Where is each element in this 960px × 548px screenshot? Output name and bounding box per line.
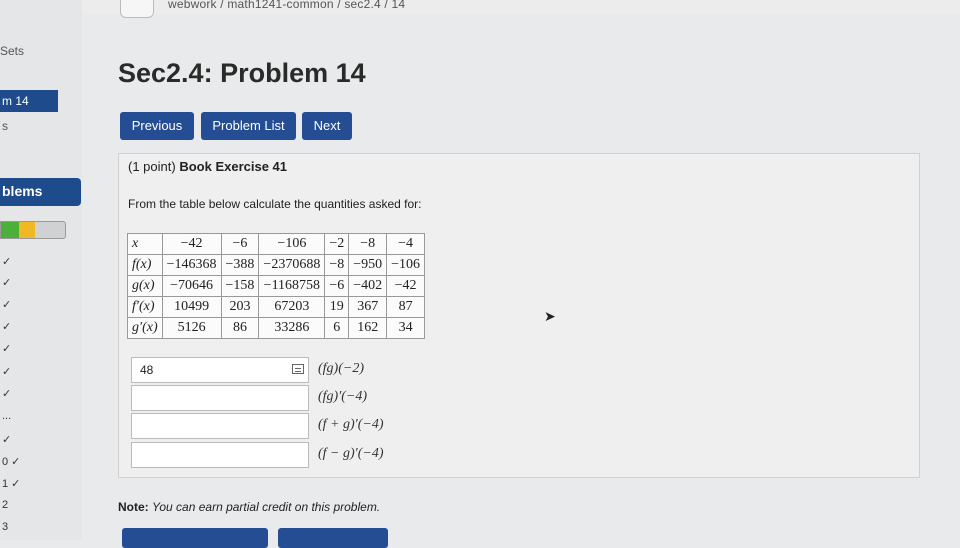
status-mark: 0 ✓ xyxy=(2,456,21,468)
submit-button[interactable] xyxy=(278,528,388,548)
table-cell: −402 xyxy=(348,275,388,297)
table-cell: −42 xyxy=(161,233,222,255)
table-cell: −950 xyxy=(348,254,388,276)
status-mark: ✓ xyxy=(2,277,12,289)
table-row: x −42 −6 −106 −2 −8 −4 xyxy=(127,233,426,255)
status-mark: ✓ xyxy=(2,366,12,378)
answer-input-2[interactable] xyxy=(131,385,309,411)
table-cell: −6 xyxy=(220,233,260,255)
sidebar-sets-label[interactable]: Sets xyxy=(0,44,24,58)
status-mark: 1 ✓ xyxy=(2,478,21,490)
table-cell: 67203 xyxy=(258,296,326,318)
status-mark: ✓ xyxy=(2,299,12,311)
status-mark: ✓ xyxy=(2,434,12,446)
table-cell: f(x) xyxy=(127,254,163,276)
next-button[interactable]: Next xyxy=(302,112,352,140)
table-cell: −106 xyxy=(386,254,426,276)
note-text: You can earn partial credit on this prob… xyxy=(152,500,381,514)
table-cell: 203 xyxy=(220,296,260,318)
table-cell: −106 xyxy=(258,233,326,255)
status-mark: 3 xyxy=(2,521,9,533)
note-label: Note: xyxy=(118,500,149,514)
preview-button[interactable] xyxy=(122,528,268,548)
table-cell: 34 xyxy=(386,317,426,339)
table-cell: g(x) xyxy=(127,275,163,297)
progress-bar xyxy=(0,221,66,239)
table-cell: −8 xyxy=(348,233,388,255)
table-cell: −8 xyxy=(324,254,350,276)
table-cell: −1168758 xyxy=(258,275,326,297)
problem-list-button[interactable]: Problem List xyxy=(201,112,296,140)
status-mark: ✓ xyxy=(2,321,12,333)
table-cell: 10499 xyxy=(161,296,222,318)
status-mark: ✓ xyxy=(2,256,12,268)
table-cell: 367 xyxy=(348,296,388,318)
progress-partial xyxy=(19,222,35,238)
table-cell: −42 xyxy=(386,275,426,297)
table-row: f′(x) 10499 203 67203 19 367 87 xyxy=(127,296,426,318)
table-cell: 86 xyxy=(220,317,260,339)
table-cell: 162 xyxy=(348,317,388,339)
table-cell: −146368 xyxy=(161,254,222,276)
table-cell: 5126 xyxy=(161,317,222,339)
sidebar-problems-header[interactable]: blems xyxy=(0,178,81,206)
problem-points: (1 point) xyxy=(128,159,176,174)
problem-instructions: From the table below calculate the quant… xyxy=(128,197,422,211)
partial-credit-note: Note: You can earn partial credit on thi… xyxy=(118,500,380,514)
table-cell: −158 xyxy=(220,275,260,297)
table-cell: −70646 xyxy=(161,275,222,297)
back-button[interactable] xyxy=(120,0,154,18)
status-mark: ✓ xyxy=(2,343,12,355)
mouse-cursor-icon: ➤ xyxy=(544,308,556,324)
table-cell: −388 xyxy=(220,254,260,276)
table-cell: 6 xyxy=(324,317,350,339)
answer-input-3[interactable] xyxy=(131,413,309,439)
table-cell: 19 xyxy=(324,296,350,318)
table-cell: −4 xyxy=(386,233,426,255)
table-cell: −6 xyxy=(324,275,350,297)
breadcrumb[interactable]: webwork / math1241-common / sec2.4 / 14 xyxy=(168,0,405,11)
answer-label-1: (fg)(−2) xyxy=(318,361,364,376)
equation-editor-icon[interactable] xyxy=(292,364,304,374)
answer-label-3: (f + g)′(−4) xyxy=(318,417,384,432)
problem-header: (1 point) Book Exercise 41 xyxy=(128,159,287,174)
sidebar: Sets m 14 s blems ✓ ✓ ✓ ✓ ✓ ✓ ✓ ... ✓ 0 … xyxy=(0,0,82,540)
answer-label-2: (fg)′(−4) xyxy=(318,389,368,404)
problem-exercise: Book Exercise 41 xyxy=(179,159,288,174)
table-row: g′(x) 5126 86 33286 6 162 34 xyxy=(127,317,426,339)
table-row: g(x) −70646 −158 −1168758 −6 −402 −42 xyxy=(127,275,426,297)
answer-input-4[interactable] xyxy=(131,442,309,468)
status-mark: ✓ xyxy=(2,388,12,400)
table-cell: −2370688 xyxy=(258,254,326,276)
table-cell: −2 xyxy=(324,233,350,255)
sidebar-item-s[interactable]: s xyxy=(2,119,8,133)
table-cell: 33286 xyxy=(258,317,326,339)
progress-correct xyxy=(1,222,19,238)
answer-input-1[interactable]: 48 xyxy=(131,357,309,383)
page-title: Sec2.4: Problem 14 xyxy=(118,58,366,88)
status-mark: 2 xyxy=(2,499,9,511)
data-table: x −42 −6 −106 −2 −8 −4 f(x) −146368 −388… xyxy=(127,233,426,339)
table-cell: x xyxy=(127,233,163,255)
answer-label-4: (f − g)′(−4) xyxy=(318,446,384,461)
table-row: f(x) −146368 −388 −2370688 −8 −950 −106 xyxy=(127,254,426,276)
sidebar-item-active[interactable]: m 14 xyxy=(0,90,58,112)
table-cell: f′(x) xyxy=(127,296,163,318)
table-cell: g′(x) xyxy=(127,317,163,339)
previous-button[interactable]: Previous xyxy=(120,112,194,140)
status-mark: ... xyxy=(2,410,12,422)
table-cell: 87 xyxy=(386,296,426,318)
